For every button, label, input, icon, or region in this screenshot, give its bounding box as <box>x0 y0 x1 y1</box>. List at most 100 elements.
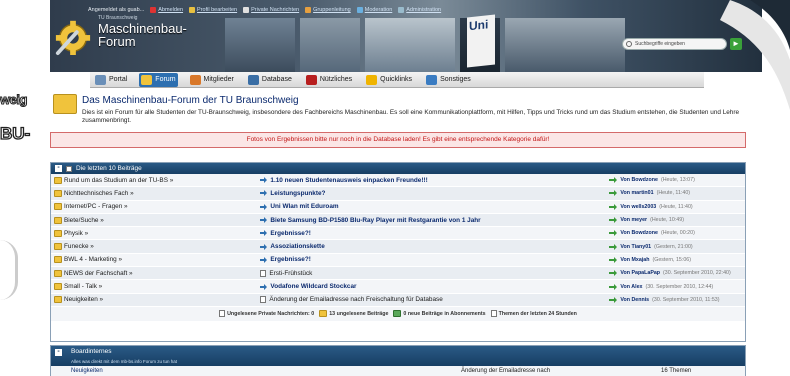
gear-wrench-logo-icon[interactable] <box>54 14 92 58</box>
table-row[interactable]: Funecke » Assoziationskette Von Tiany01 (Ge… <box>51 240 745 254</box>
subscription-icon <box>393 310 402 318</box>
group-icon <box>305 7 312 13</box>
nav-misc[interactable]: Sonstiges <box>424 73 473 87</box>
last-post-time: (Heute, 10:49) <box>650 217 684 224</box>
last-post-user[interactable]: Von Mxajah <box>620 257 649 263</box>
topic-title: Änderung der Emailadresse nach Freischal… <box>269 296 443 304</box>
forum-link[interactable]: Physik » <box>51 229 260 237</box>
panel-title: Boardinternes <box>71 348 112 355</box>
header-banner: Uni Angemeldet als guab... Abmelden Prof… <box>50 0 762 72</box>
misc-icon <box>426 74 438 85</box>
goto-last-post-icon[interactable] <box>609 243 618 250</box>
banner-building <box>505 18 625 72</box>
goto-last-post-icon[interactable] <box>609 283 618 290</box>
topic-link[interactable]: Ergebnisse?! <box>260 230 609 237</box>
table-row[interactable]: Rund um das Studium an der TU-BS » 1.10 n… <box>51 174 745 188</box>
last-post-user[interactable]: Von Tiany01 <box>620 244 651 250</box>
new-post-arrow-icon <box>260 177 268 184</box>
legend-recent[interactable]: Themen der letzten 24 Stunden <box>490 310 577 318</box>
board-row[interactable]: Neuigkeiten Änderung der Emailadresse na… <box>51 366 745 376</box>
new-post-arrow-icon <box>260 283 268 290</box>
legend-pm[interactable]: Ungelesene Private Nachrichten: 0 <box>219 310 315 318</box>
forum-link[interactable]: Biete/Suche » <box>51 216 260 224</box>
table-row[interactable]: Nichttechnisches Fach » Leistungspunkte? V… <box>51 187 745 201</box>
goto-last-post-icon[interactable] <box>609 217 618 224</box>
forum-folder-icon <box>54 256 62 264</box>
nav-label: Portal <box>109 76 128 83</box>
topic-link[interactable]: Änderung der Emailadresse nach Freischal… <box>260 296 609 304</box>
unread-folder-icon <box>319 310 328 318</box>
topbar-logout-link[interactable]: Abmelden <box>150 7 183 13</box>
forum-link[interactable]: Rund um das Studium an der TU-BS » <box>51 176 260 184</box>
table-row[interactable]: Internet/PC - Fragen » Uni Wlan mit Eduro… <box>51 201 745 214</box>
nav-useful[interactable]: Nützliches <box>304 73 354 87</box>
forum-link[interactable]: Small - Talk » <box>51 283 260 291</box>
table-row[interactable]: NEWS der Fachschaft » Ersti-Frühstück Von … <box>51 267 745 281</box>
nav-quicklinks[interactable]: Quicklinks <box>364 73 414 87</box>
last-post-user[interactable]: Von meyer <box>620 217 647 223</box>
topic-link[interactable]: Leistungspunkte? <box>260 190 609 197</box>
forum-name: Neuigkeiten » <box>64 296 104 304</box>
goto-last-post-icon[interactable] <box>609 230 618 237</box>
table-row[interactable]: Small - Talk » Vodafone Wildcard Stockcar… <box>51 280 745 294</box>
forum-link[interactable]: BWL 4 - Marketing » <box>51 256 260 264</box>
table-row[interactable]: Physik » Ergebnisse?! Von Bowdzone (Heute, … <box>51 227 745 241</box>
goto-last-post-icon[interactable] <box>609 203 618 210</box>
topic-link[interactable]: Ersti-Frühstück <box>260 269 609 277</box>
goto-last-post-icon[interactable] <box>609 190 618 197</box>
nav-forum[interactable]: Forum <box>139 72 178 87</box>
last-post-user[interactable]: Von wells2003 <box>620 204 656 210</box>
last-post-info: Von wells2003 (Heute, 11:40) <box>609 203 745 210</box>
last-post-user[interactable]: Von Dennis <box>620 297 649 303</box>
board-last-post[interactable]: Änderung der Emailadresse nach <box>461 368 661 374</box>
left-decoration-text: weig <box>0 92 28 108</box>
last-post-user[interactable]: Von Bowdzone <box>620 230 658 236</box>
topbar-admin-link[interactable]: Administration <box>398 7 441 13</box>
topic-link[interactable]: Biete Samsung BD-P1580 Blu-Ray Player mi… <box>260 217 609 224</box>
last-post-user[interactable]: Von Alex <box>620 284 642 290</box>
topic-link[interactable]: Uni Wlan mit Eduroam <box>260 203 609 210</box>
legend-subscriptions[interactable]: 0 neue Beiträge in Abonnements <box>393 310 486 318</box>
forum-link[interactable]: NEWS der Fachschaft » <box>51 269 260 277</box>
last-post-user[interactable]: Von PapaLaPap <box>620 270 660 276</box>
goto-last-post-icon[interactable] <box>609 177 618 184</box>
legend-unread[interactable]: 13 ungelesene Beiträge <box>319 310 388 318</box>
new-post-arrow-icon <box>260 243 268 250</box>
table-row[interactable]: BWL 4 - Marketing » Ergebnisse?! Von Mxaja… <box>51 254 745 268</box>
forum-link[interactable]: Internet/PC - Fragen » <box>51 203 260 211</box>
legend-label: 0 neue Beiträge in Abonnements <box>403 310 486 317</box>
logout-icon <box>150 7 157 13</box>
goto-last-post-icon[interactable] <box>609 296 618 303</box>
site-logo[interactable]: Maschinenbau- Forum <box>98 22 187 48</box>
nav-database[interactable]: Database <box>246 73 294 87</box>
forum-link[interactable]: Funecke » <box>51 243 260 251</box>
nav-portal[interactable]: Portal <box>93 73 129 87</box>
topic-link[interactable]: Ergebnisse?! <box>260 256 609 263</box>
legend-label: Ungelesene Private Nachrichten: 0 <box>227 310 315 317</box>
uni-sign: Uni <box>467 14 495 68</box>
database-icon <box>247 74 259 85</box>
last-post-user[interactable]: Von Bowdzone <box>620 177 658 183</box>
topbar-messages-link[interactable]: Private Nachrichten <box>243 7 299 13</box>
table-row[interactable]: Neuigkeiten » Änderung der Emailadresse n… <box>51 293 745 307</box>
forum-link[interactable]: Neuigkeiten » <box>51 296 260 304</box>
topbar-moderation-link[interactable]: Moderation <box>356 7 392 13</box>
board-forum-name[interactable]: Neuigkeiten <box>51 368 261 374</box>
table-row[interactable]: Biete/Suche » Biete Samsung BD-P1580 Blu-… <box>51 213 745 228</box>
topbar-profile-link[interactable]: Profil bearbeiten <box>189 7 237 13</box>
topbar-groups-link[interactable]: Gruppenleitung <box>305 7 351 13</box>
forum-link[interactable]: Nichttechnisches Fach » <box>51 189 260 197</box>
goto-last-post-icon[interactable] <box>609 256 618 263</box>
forum-name: Internet/PC - Fragen » <box>64 203 128 211</box>
last-post-user[interactable]: Von martin01 <box>620 190 653 196</box>
topic-link[interactable]: 1.10 neuen Studentenausweis einpacken Fr… <box>260 177 609 184</box>
logo-line-2: Forum <box>98 34 136 49</box>
search-input[interactable]: Suchbegriffe eingeben <box>622 38 727 50</box>
collapse-toggle[interactable]: - <box>55 348 62 356</box>
goto-last-post-icon[interactable] <box>609 270 618 277</box>
topic-link[interactable]: Assoziationskette <box>260 243 609 250</box>
topic-link[interactable]: Vodafone Wildcard Stockcar <box>260 283 609 290</box>
moderation-icon <box>356 7 363 13</box>
nav-members[interactable]: Mitglieder <box>188 73 236 87</box>
collapse-toggle[interactable]: - <box>55 164 62 172</box>
